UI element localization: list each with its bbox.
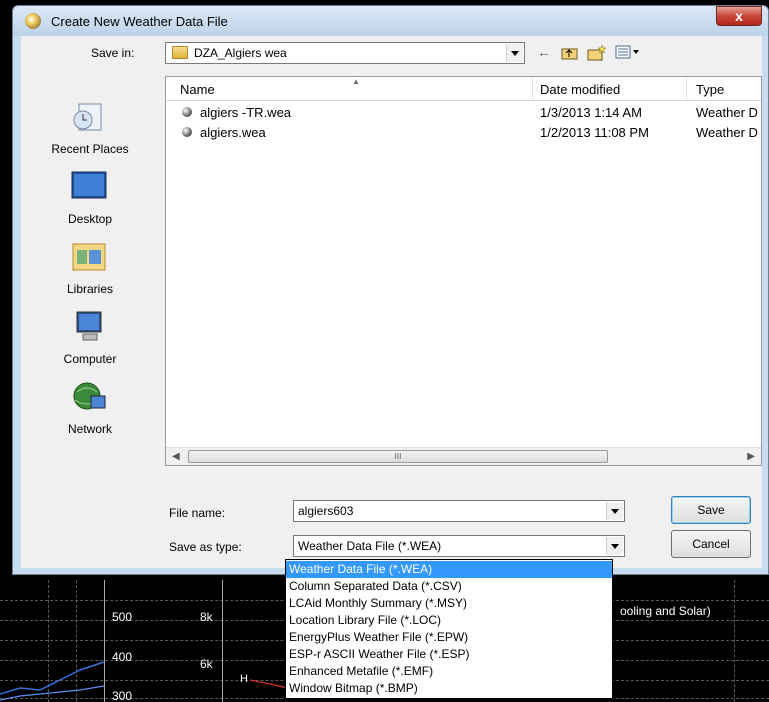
title-bar[interactable]: Create New Weather Data File x — [13, 6, 768, 36]
save-as-type-select[interactable]: Weather Data File (*.WEA) — [293, 535, 625, 557]
chart-title-fragment: ooling and Solar) — [620, 604, 711, 618]
file-date-cell: 1/3/2013 1:14 AM — [540, 105, 642, 120]
library-item — [89, 250, 101, 264]
column-header-type[interactable]: Type — [696, 82, 724, 97]
screen-inner — [74, 174, 104, 196]
chart-marker-label: H — [240, 673, 248, 685]
chevron-down-icon — [611, 509, 619, 514]
file-row[interactable]: algiers -TR.wea 1/3/2013 1:14 AM Weather… — [166, 103, 761, 123]
view-dropdown-arrow — [633, 50, 639, 54]
save-in-dropdown-button[interactable] — [506, 44, 523, 62]
desktop-icon — [71, 171, 107, 199]
column-header-date[interactable]: Date modified — [540, 82, 620, 97]
save-in-value: DZA_Algiers wea — [194, 46, 287, 60]
y-tick-label: 300 — [112, 689, 133, 702]
dialog-title: Create New Weather Data File — [51, 14, 228, 29]
file-type-cell: Weather D — [696, 125, 758, 140]
series-line — [250, 679, 289, 689]
save-dialog: Create New Weather Data File x Save in: … — [12, 5, 769, 575]
type-option[interactable]: Enhanced Metafile (*.EMF) — [286, 663, 612, 680]
libraries-icon — [72, 243, 106, 271]
back-arrow-icon[interactable]: ← — [537, 44, 551, 60]
file-name-value: algiers603 — [298, 504, 354, 518]
y2-tick-label: 8k — [200, 610, 213, 624]
save-button[interactable]: Save — [671, 496, 751, 524]
type-option[interactable]: Window Bitmap (*.BMP) — [286, 680, 612, 697]
file-name-dropdown-button[interactable] — [606, 502, 623, 520]
place-label: Network — [67, 422, 112, 436]
file-list-header: Name ▲ Date modified Type — [166, 77, 761, 101]
weather-file-icon — [182, 107, 192, 117]
places-bar: Recent Places Desktop Libraries Computer… — [21, 76, 159, 456]
weather-file-icon — [182, 127, 192, 137]
file-name-label: File name: — [169, 506, 226, 520]
y-tick-label: 500 — [112, 610, 133, 624]
column-separator[interactable] — [686, 77, 687, 101]
app-icon — [25, 13, 41, 29]
series-line — [0, 685, 105, 701]
save-as-type-dropdown-button[interactable] — [606, 537, 623, 555]
computer-icon — [76, 311, 102, 341]
type-option[interactable]: Weather Data File (*.WEA) — [286, 561, 612, 578]
type-option[interactable]: EnergyPlus Weather File (*.EPW) — [286, 629, 612, 646]
monitor-screen — [79, 314, 99, 330]
library-item — [77, 250, 87, 264]
base-shape — [82, 333, 98, 341]
save-as-type-value: Weather Data File (*.WEA) — [298, 539, 442, 553]
folder-icon — [172, 46, 188, 59]
axis-line — [222, 580, 223, 702]
cancel-button[interactable]: Cancel — [671, 530, 751, 558]
up-folder-icon[interactable] — [561, 45, 579, 61]
chevron-down-icon — [511, 51, 519, 56]
network-icon — [73, 382, 106, 410]
monitor-shape — [90, 395, 106, 409]
dialog-body: Save in: DZA_Algiers wea ← Recent Places… — [21, 36, 762, 568]
place-label: Libraries — [66, 282, 114, 296]
horizontal-scrollbar[interactable]: ◀ III ▶ — [166, 447, 761, 465]
file-list-view[interactable]: Name ▲ Date modified Type algiers -TR.we… — [165, 76, 762, 466]
file-date-cell: 1/2/2013 11:08 PM — [540, 125, 649, 140]
recent-places-icon — [73, 103, 102, 131]
scrollbar-grip: III — [394, 452, 402, 461]
close-button[interactable]: x — [716, 6, 762, 26]
file-name-cell: algiers -TR.wea — [200, 105, 292, 120]
save-in-label: Save in: — [91, 46, 135, 60]
chart-series-lines — [0, 661, 105, 701]
column-header-name[interactable]: Name — [180, 82, 215, 97]
sort-ascending-icon: ▲ — [352, 77, 360, 86]
scrollbar-thumb[interactable]: III — [188, 450, 608, 463]
type-option[interactable]: Location Library File (*.LOC) — [286, 612, 612, 629]
column-separator[interactable] — [532, 77, 533, 101]
type-option[interactable]: ESP-r ASCII Weather File (*.ESP) — [286, 646, 612, 663]
chevron-down-icon — [611, 544, 619, 549]
type-option[interactable]: LCAid Monthly Summary (*.MSY) — [286, 595, 612, 612]
place-label: Computer — [63, 352, 117, 366]
place-label: Desktop — [67, 212, 113, 226]
place-label: Recent Places — [51, 142, 129, 156]
view-menu-icon[interactable] — [615, 45, 641, 59]
y2-tick-label: 6k — [200, 657, 213, 671]
y-tick-label: 400 — [112, 650, 133, 664]
new-folder-icon[interactable] — [587, 44, 607, 61]
file-row[interactable]: algiers.wea 1/2/2013 11:08 PM Weather D — [166, 123, 761, 143]
save-as-type-label: Save as type: — [169, 540, 242, 554]
file-name-field[interactable]: algiers603 — [293, 500, 625, 522]
file-type-cell: Weather D — [696, 105, 758, 120]
scroll-right-icon[interactable]: ▶ — [747, 451, 755, 462]
chart-red-line — [250, 679, 289, 689]
save-in-combo[interactable]: DZA_Algiers wea — [165, 42, 525, 64]
grid-line — [734, 580, 735, 702]
file-name-cell: algiers.wea — [200, 125, 266, 140]
close-icon: x — [735, 8, 743, 24]
save-as-type-options: Weather Data File (*.WEA) Column Separat… — [285, 559, 613, 699]
scroll-left-icon[interactable]: ◀ — [172, 451, 180, 462]
type-option[interactable]: Column Separated Data (*.CSV) — [286, 578, 612, 595]
